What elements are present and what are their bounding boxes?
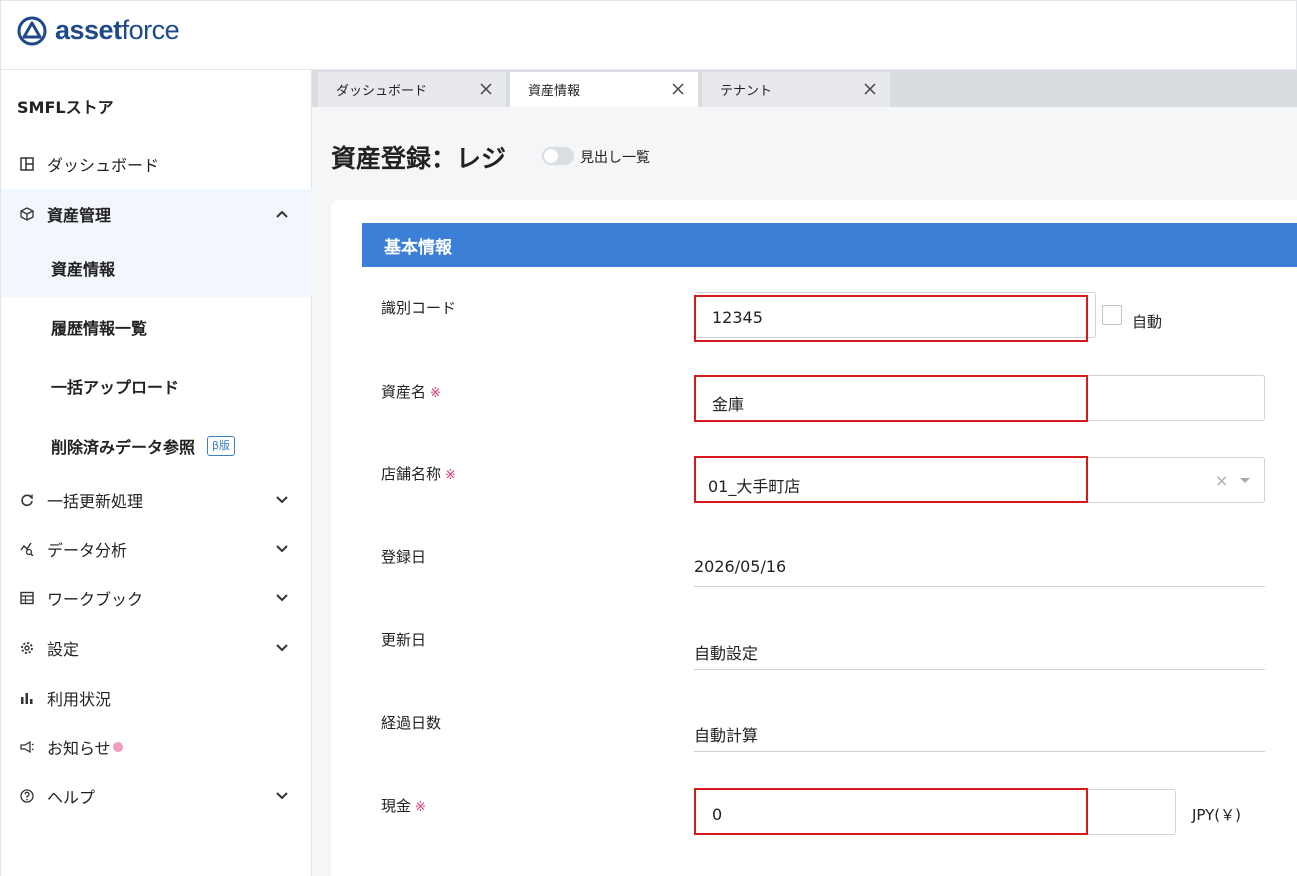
registered-date-value: 2026/05/16 <box>694 557 787 576</box>
close-icon[interactable] <box>670 81 686 97</box>
sidebar-item-history-list[interactable]: 履歴情報一覧 <box>1 307 312 347</box>
sidebar-item-label: お知らせ <box>47 739 111 758</box>
tab-label: 資産情報 <box>528 84 581 99</box>
sidebar-item-dashboard[interactable]: ダッシュボード <box>1 144 312 184</box>
sidebar-item-label: 履歴情報一覧 <box>51 319 148 338</box>
dropdown-arrow-icon[interactable] <box>1239 476 1251 486</box>
updated-date-value: 自動設定 <box>694 644 759 663</box>
highlight-box <box>694 375 1088 422</box>
form-card: 基本情報 識別コード 12345 自動 資産名 ※ 金庫 店舗名称 ※ 01_大手町… <box>331 200 1297 876</box>
sidebar-item-label: ヘルプ <box>47 788 96 807</box>
help-icon <box>19 788 35 804</box>
sidebar-item-settings[interactable]: 設定 <box>1 628 312 668</box>
sidebar-item-help[interactable]: ヘルプ <box>1 776 312 816</box>
section-header: 基本情報 <box>362 223 1297 267</box>
field-label-updated: 更新日 <box>381 631 427 649</box>
auto-checkbox-label: 自動 <box>1132 313 1163 331</box>
close-icon[interactable] <box>478 81 494 97</box>
notification-dot <box>112 742 123 752</box>
sidebar-item-notices[interactable]: お知らせ <box>1 727 312 767</box>
sidebar-item-asset-management[interactable]: 資産管理 <box>1 189 312 239</box>
currency-unit: JPY(￥) <box>1192 806 1242 824</box>
cube-icon <box>19 206 35 222</box>
underline <box>694 669 1265 670</box>
section-title: 基本情報 <box>384 237 452 258</box>
sidebar-item-usage[interactable]: 利用状況 <box>1 678 312 718</box>
megaphone-icon <box>19 739 35 755</box>
sidebar-item-label: ワークブック <box>47 590 144 609</box>
logo-text: assetforce <box>55 15 180 45</box>
close-icon[interactable] <box>862 81 878 97</box>
gear-icon <box>19 640 35 656</box>
sidebar-item-label: データ分析 <box>47 541 128 560</box>
chevron-down-icon <box>276 545 288 553</box>
logo-mark-icon <box>17 16 47 45</box>
field-label-elapsed: 経過日数 <box>381 714 442 732</box>
sidebar-item-deleted-data[interactable]: 削除済みデータ参照 β版 <box>1 426 312 466</box>
sidebar-item-bulk-upload[interactable]: 一括アップロード <box>1 366 312 406</box>
sidebar-item-label: ダッシュボード <box>47 156 160 175</box>
elapsed-days-value: 自動計算 <box>694 726 759 745</box>
sidebar-item-workbook[interactable]: ワークブック <box>1 578 312 618</box>
sidebar: SMFLストア ダッシュボード 資産管理 資産情報 履歴情報一覧 一括アップロー… <box>0 70 312 876</box>
sidebar-item-label: 利用状況 <box>47 690 112 709</box>
clear-icon[interactable]: × <box>1215 471 1228 490</box>
sidebar-item-label: 一括更新処理 <box>47 492 144 511</box>
sidebar-item-bulk-update[interactable]: 一括更新処理 <box>1 480 312 520</box>
page-title: 資産登録：レジ <box>331 144 507 173</box>
sidebar-item-label: 設定 <box>47 640 80 659</box>
main-content: 資産登録：レジ 見出し一覧 基本情報 識別コード 12345 自動 資産名 ※ 金… <box>312 107 1297 876</box>
refresh-icon <box>19 492 35 508</box>
underline <box>694 586 1265 587</box>
chevron-up-icon <box>276 210 288 218</box>
sidebar-item-label: 削除済みデータ参照 <box>51 438 196 457</box>
tab-bar: ダッシュボード 資産情報 テナント <box>312 70 1297 107</box>
analytics-icon <box>19 541 35 557</box>
dashboard-icon <box>19 156 35 172</box>
toggle-label: 見出し一覧 <box>580 150 650 166</box>
auto-checkbox[interactable] <box>1102 305 1122 325</box>
field-label-store: 店舗名称 ※ <box>381 465 456 483</box>
beta-badge: β版 <box>207 436 236 456</box>
tab-label: ダッシュボード <box>336 84 428 99</box>
chevron-down-icon <box>276 792 288 800</box>
store-name: SMFLストア <box>17 98 114 117</box>
underline <box>694 751 1265 752</box>
highlight-box <box>694 456 1088 503</box>
field-label-registered: 登録日 <box>381 548 427 566</box>
sidebar-item-label: 一括アップロード <box>51 378 180 397</box>
tab-asset-info[interactable]: 資産情報 <box>510 72 698 107</box>
highlight-box <box>694 788 1088 835</box>
chevron-down-icon <box>276 594 288 602</box>
tab-label: テナント <box>720 84 773 99</box>
field-label-cash: 現金 ※ <box>381 797 426 815</box>
chevron-down-icon <box>276 644 288 652</box>
field-label-code: 識別コード <box>381 299 457 317</box>
field-label-name: 資産名 ※ <box>381 383 441 401</box>
top-header: assetforce <box>0 0 1297 70</box>
sidebar-item-asset-info[interactable]: 資産情報 <box>1 239 312 297</box>
heading-list-toggle[interactable] <box>542 147 574 165</box>
highlight-box <box>694 295 1088 342</box>
sidebar-item-data-analysis[interactable]: データ分析 <box>1 529 312 569</box>
chevron-down-icon <box>276 496 288 504</box>
sidebar-item-label: 資産情報 <box>51 260 116 279</box>
sidebar-item-label: 資産管理 <box>47 206 112 225</box>
tab-tenant[interactable]: テナント <box>702 72 890 107</box>
bar-chart-icon <box>19 690 35 706</box>
tab-dashboard[interactable]: ダッシュボード <box>318 72 506 107</box>
app-logo[interactable]: assetforce <box>17 15 180 46</box>
table-icon <box>19 590 35 606</box>
